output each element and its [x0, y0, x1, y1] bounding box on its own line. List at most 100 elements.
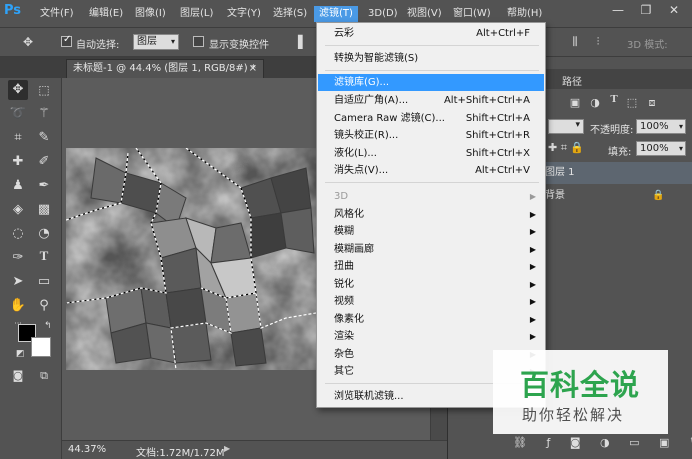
blur-tool-icon[interactable]: ◌: [8, 224, 28, 244]
menu-item-3d: 3D ▶: [318, 188, 544, 205]
opacity-label: 不透明度:: [590, 125, 634, 136]
auto-align-icon[interactable]: ⫶: [588, 32, 608, 52]
hand-tool-icon[interactable]: ✋: [8, 296, 28, 316]
menu-type[interactable]: 文字(Y): [222, 6, 266, 22]
menu-3d[interactable]: 3D(D): [363, 6, 403, 22]
menu-item-label: 消失点(V)...: [334, 165, 389, 176]
path-selection-icon[interactable]: ➤: [8, 272, 28, 292]
menu-help[interactable]: 帮助(H): [502, 6, 547, 22]
menu-edit[interactable]: 编辑(E): [84, 6, 128, 22]
restore-button[interactable]: ❐: [636, 2, 656, 18]
menu-item-render[interactable]: 渲染 ▶: [318, 328, 544, 345]
blend-mode-dropdown[interactable]: ▾: [548, 119, 584, 134]
menu-item-label: 云彩: [334, 28, 354, 39]
menu-item-clouds[interactable]: 云彩 Alt+Ctrl+F: [318, 25, 544, 42]
lock-buttons-icon[interactable]: ✚ ⌗ 🔒: [548, 141, 584, 155]
menu-view[interactable]: 视图(V): [402, 6, 447, 22]
menu-item-stylize[interactable]: 风格化 ▶: [318, 206, 544, 223]
zoom-level[interactable]: 44.37%: [68, 444, 106, 455]
menu-item-blur-gallery[interactable]: 模糊画廊 ▶: [318, 241, 544, 258]
layer-name: 图层 1: [545, 167, 575, 178]
document-size: 文档:1.72M/1.72M: [136, 448, 225, 459]
fill-field[interactable]: 100% ▾: [636, 141, 686, 156]
close-window-button[interactable]: ✕: [664, 2, 684, 18]
filter-adjustment-icon[interactable]: ◑: [585, 93, 605, 113]
auto-select-dropdown[interactable]: 图层 ▾: [133, 34, 179, 50]
brush-tool-icon[interactable]: ✐: [34, 152, 54, 172]
menu-item-camera-raw[interactable]: Camera Raw 滤镜(C)... Shift+Ctrl+A: [318, 110, 544, 127]
gradient-tool-icon[interactable]: ▩: [34, 200, 54, 220]
healing-brush-icon[interactable]: ✚: [8, 152, 28, 172]
menu-item-convert-smart-filter[interactable]: 转换为智能滤镜(S): [318, 50, 544, 67]
fill-label: 填充:: [608, 147, 632, 158]
menu-item-blur[interactable]: 模糊 ▶: [318, 223, 544, 240]
default-colors-icon[interactable]: ◩: [16, 349, 25, 359]
menu-item-shortcut: Alt+Shift+Ctrl+A: [443, 95, 530, 106]
menu-image[interactable]: 图像(I): [130, 6, 171, 22]
menu-item-adaptive-wide-angle[interactable]: 自适应广角(A)... Alt+Shift+Ctrl+A: [318, 92, 544, 109]
lock-icon: 🔒: [652, 190, 665, 201]
clone-stamp-icon[interactable]: ♟: [8, 176, 28, 196]
filter-type-icon[interactable]: T: [604, 93, 624, 113]
dodge-tool-icon[interactable]: ◔: [34, 224, 54, 244]
menu-layer[interactable]: 图层(L): [175, 6, 218, 22]
type-tool-icon[interactable]: T: [34, 248, 54, 268]
status-arrow-icon[interactable]: ▶: [224, 444, 230, 453]
chevron-down-icon: ▾: [678, 122, 683, 131]
quick-mask-icon[interactable]: ◙: [8, 366, 28, 386]
filter-smart-icon[interactable]: ⧈: [642, 93, 662, 113]
distribute-icon[interactable]: ⫼: [565, 32, 585, 52]
menu-file[interactable]: 文件(F): [35, 6, 79, 22]
pen-tool-icon[interactable]: ✑: [8, 248, 28, 268]
opacity-field[interactable]: 100% ▾: [636, 119, 686, 134]
ps-logo: Ps: [4, 3, 22, 18]
menu-item-label: 风格化: [334, 209, 364, 220]
marquee-tool-icon[interactable]: ⬚: [34, 80, 54, 100]
chevron-down-icon: ▾: [170, 37, 175, 46]
align-top-icon[interactable]: ▐: [288, 32, 308, 52]
menu-item-sharpen[interactable]: 锐化 ▶: [318, 276, 544, 293]
layer-row[interactable]: 背景 🔒: [540, 185, 692, 207]
menu-item-filter-gallery[interactable]: 滤镜库(G)...: [318, 74, 544, 91]
move-tool-icon[interactable]: ✥: [18, 32, 38, 52]
show-transform-checkbox[interactable]: [193, 36, 204, 47]
menu-item-video[interactable]: 视频 ▶: [318, 293, 544, 310]
menu-separator: [325, 45, 539, 46]
crop-tool-icon[interactable]: ⌗: [8, 128, 28, 148]
menu-item-liquify[interactable]: 液化(L)... Shift+Ctrl+X: [318, 145, 544, 162]
menu-item-label: 锐化: [334, 279, 354, 290]
status-bar: 44.37% 文档:1.72M/1.72M ▶: [62, 440, 447, 459]
layer-row[interactable]: 图层 1: [540, 162, 692, 184]
menu-item-lens-correction[interactable]: 镜头校正(R)... Shift+Ctrl+R: [318, 127, 544, 144]
auto-select-checkbox[interactable]: [61, 34, 72, 47]
eraser-icon[interactable]: ◈: [8, 200, 28, 220]
history-brush-icon[interactable]: ✒: [34, 176, 54, 196]
menu-item-label: 3D: [334, 191, 349, 202]
menu-item-pixelate[interactable]: 像素化 ▶: [318, 311, 544, 328]
filter-image-icon[interactable]: ▣: [565, 93, 585, 113]
menu-select[interactable]: 选择(S): [268, 6, 312, 22]
close-tab-icon[interactable]: ×: [249, 60, 257, 78]
eyedropper-icon[interactable]: ✎: [34, 128, 54, 148]
lasso-tool-icon[interactable]: ➰: [8, 104, 28, 124]
filter-shape-icon[interactable]: ⬚: [622, 93, 642, 113]
minimize-button[interactable]: —: [608, 2, 628, 18]
document-tab[interactable]: 未标题-1 @ 44.4% (图层 1, RGB/8#) * ×: [66, 59, 264, 78]
menu-window[interactable]: 窗口(W): [448, 6, 496, 22]
menu-filter[interactable]: 滤镜(T): [314, 6, 358, 22]
swap-colors-icon[interactable]: ↰: [44, 321, 52, 331]
move-tool-icon[interactable]: ✥: [8, 80, 28, 100]
menu-item-label: 自适应广角(A)...: [334, 95, 409, 106]
tools-panel: ✥ ⬚ ➰ ⚚ ⌗ ✎ ✚ ✐ ♟ ✒ ◈ ▩ ◌ ◔ ✑ T ➤ ▭ ✋ ⚲ …: [0, 78, 62, 459]
canvas-image[interactable]: [66, 148, 316, 370]
layer-actions-bar[interactable]: ⛓ ƒ ◙ ◑ ▭ ▣ 🗑: [513, 436, 692, 449]
background-color-swatch[interactable]: [31, 337, 51, 357]
screen-mode-icon[interactable]: ⧉: [34, 366, 54, 386]
rectangle-tool-icon[interactable]: ▭: [34, 272, 54, 292]
auto-select-value: 图层: [137, 36, 157, 47]
magic-wand-icon[interactable]: ⚚: [34, 104, 54, 124]
menu-item-vanishing-point[interactable]: 消失点(V)... Alt+Ctrl+V: [318, 162, 544, 179]
menu-item-distort[interactable]: 扭曲 ▶: [318, 258, 544, 275]
tab-paths[interactable]: 路径: [562, 73, 582, 88]
zoom-tool-icon[interactable]: ⚲: [34, 296, 54, 316]
